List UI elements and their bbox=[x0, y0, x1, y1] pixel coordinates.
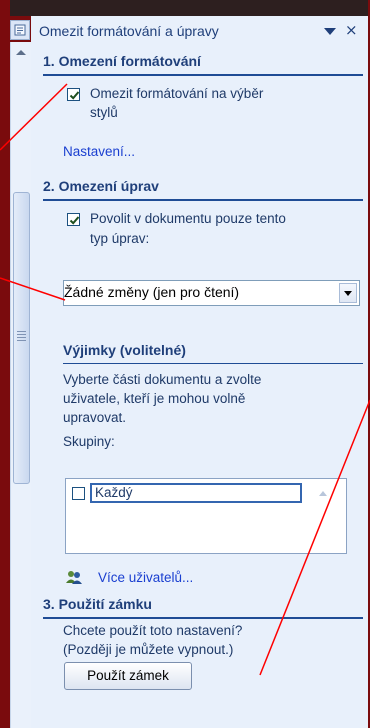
annotation-line bbox=[0, 277, 66, 301]
annotation-overlay bbox=[0, 83, 370, 676]
annotation-line bbox=[259, 399, 370, 676]
annotation-line bbox=[0, 83, 68, 151]
